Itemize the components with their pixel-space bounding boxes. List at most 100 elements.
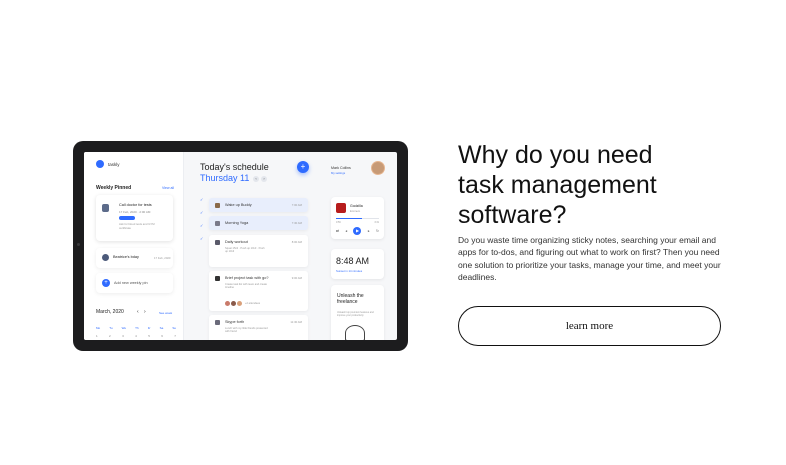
repeat-icon[interactable]: ↻ — [376, 229, 379, 233]
pinned-card-date: 17 Feb, 2020 · 2:00 AM — [119, 210, 151, 214]
schedule-title: Today's schedule — [200, 162, 269, 172]
user-name: Mark Collins — [331, 166, 351, 170]
see-week-link[interactable]: See week — [159, 311, 172, 315]
status-badge — [119, 216, 135, 220]
task-title: Morning Yoga — [225, 221, 249, 225]
progress-fill — [336, 218, 362, 219]
weekday: We — [121, 326, 127, 330]
task-title: Skype forth — [225, 320, 245, 324]
avatar — [102, 254, 109, 261]
task-time: 11:30 AM — [290, 320, 302, 324]
task-item[interactable]: Wake up Buddy 7:00 AM — [209, 198, 308, 212]
yoga-icon — [215, 221, 220, 226]
calendar-day[interactable]: 5 — [148, 334, 150, 338]
music-widget: Godzilla Eminem 0:56 3:31 ⇄ ◂ ▶ ▸ ↻ — [331, 197, 384, 239]
calendar-weekdays: Mo Tu We Th Fr Sa Su — [96, 326, 176, 330]
add-task-button[interactable]: + — [297, 161, 309, 173]
avatar — [237, 301, 242, 306]
schedule-date: Thursday 11 — [200, 173, 250, 183]
pinned-card-date: 17 Feb, 2020 — [154, 256, 171, 260]
check-icon: ✓ — [200, 197, 204, 202]
check-icon: ✓ — [200, 210, 204, 215]
app-logo: taskly — [96, 160, 120, 168]
task-time: 7:30 AM — [291, 221, 302, 225]
pinned-card-title: Beatrice's bday — [113, 255, 139, 259]
pinned-card-birthday[interactable]: Beatrice's bday 17 Feb, 2020 — [96, 248, 173, 268]
time-elapsed: 0:56 — [336, 221, 341, 224]
add-weekly-pin-button[interactable]: + Add new weekly pin — [96, 273, 173, 293]
album-cover — [336, 203, 346, 213]
dog-icon — [215, 203, 220, 208]
clipboard-icon — [102, 204, 109, 212]
weekday: Mo — [96, 326, 101, 330]
shuffle-icon[interactable]: ⇄ — [336, 229, 339, 233]
camera-dot — [77, 243, 80, 246]
learn-more-button[interactable]: learn more — [458, 306, 721, 346]
calendar-day[interactable]: 3 — [122, 334, 124, 338]
logo-text: taskly — [108, 161, 120, 167]
time-total: 3:31 — [374, 221, 379, 224]
weekday: Tu — [109, 326, 113, 330]
dumbbell-icon — [215, 240, 220, 245]
pinned-card-note: Ask for blood tests and GYM certificate — [119, 222, 155, 230]
task-time: 9:00 AM — [291, 276, 302, 280]
avatar — [231, 301, 236, 306]
calendar-day[interactable]: 1 — [96, 334, 98, 338]
schedule-panel: Today's schedule Thursday 11 ‹ › + ✓ ✓ ✓… — [185, 152, 325, 340]
attendee-count: +2 attendees — [245, 302, 261, 305]
task-item[interactable]: Daily workout 8:00 AM Squat 15x3 · Push … — [209, 235, 308, 267]
logo-icon — [96, 160, 104, 168]
view-all-link[interactable]: View all — [162, 186, 174, 190]
page-heading: Why do you need task management software… — [458, 140, 758, 230]
task-item[interactable]: Brief project task with go? 9:00 AM Crea… — [209, 271, 308, 311]
weekday: Sa — [159, 326, 164, 330]
add-pin-label: Add new weekly pin — [114, 281, 148, 285]
heading-line: Why do you need — [458, 141, 653, 169]
right-panel: Mark Collins My settings Godzilla Eminem… — [326, 152, 397, 340]
task-title: Wake up Buddy — [225, 203, 252, 207]
player-controls: ⇄ ◂ ▶ ▸ ↻ — [336, 227, 379, 235]
calendar-day[interactable]: 6 — [161, 334, 163, 338]
chevron-left-icon[interactable]: ‹ — [253, 176, 259, 182]
track-times: 0:56 3:31 — [336, 221, 379, 224]
task-title: Daily workout — [225, 240, 248, 244]
timeline-markers: ✓ ✓ ✓ ✓ — [200, 197, 203, 241]
people-icon — [215, 276, 220, 281]
attendees — [225, 301, 242, 306]
pinned-card-title: Call doctor for tests — [119, 203, 152, 207]
calendar-nav[interactable]: ‹ › — [137, 309, 148, 315]
task-details: Squat 15x3 · Push up 10x3 · Push up 10x3 — [225, 247, 265, 253]
promo-widget[interactable]: Unleash the freelance Unleash top premiu… — [331, 285, 384, 340]
task-details: Lunch with my little friends presented w… — [225, 327, 268, 333]
date-nav: ‹ › — [253, 176, 267, 182]
weather-note: Sunset in 14 minutes — [336, 269, 363, 273]
heading-line: task management — [458, 171, 657, 199]
calendar-dates: 1 2 3 4 5 6 7 — [96, 334, 176, 338]
song-artist: Eminem — [350, 209, 361, 213]
task-time: 8:00 AM — [291, 240, 302, 244]
weekday: Fr — [147, 326, 151, 330]
chevron-right-icon[interactable]: › — [261, 176, 267, 182]
calendar-day[interactable]: 7 — [174, 334, 176, 338]
play-icon[interactable]: ▶ — [353, 227, 362, 235]
calendar-month: March, 2020 — [96, 309, 124, 315]
freelancer-illustration-icon — [345, 325, 365, 340]
next-icon[interactable]: ▸ — [368, 229, 370, 233]
pinned-card[interactable]: Call doctor for tests 17 Feb, 2020 · 2:0… — [96, 195, 173, 241]
task-item[interactable]: Skype forth 11:30 AM Lunch with my littl… — [209, 315, 308, 340]
user-settings-link[interactable]: My settings — [331, 171, 345, 175]
song-title: Godzilla — [350, 204, 363, 208]
task-details: Create task list with team and create ti… — [225, 283, 267, 289]
weekday: Th — [135, 326, 139, 330]
calendar-day[interactable]: 2 — [109, 334, 111, 338]
calendar-day[interactable]: 4 — [135, 334, 137, 338]
heading-line: software? — [458, 201, 567, 229]
progress-bar[interactable] — [336, 218, 379, 219]
promo-title: Unleash the freelance — [337, 293, 364, 305]
left-panel: taskly Weekly Pinned View all Call docto… — [84, 152, 184, 340]
plus-icon: + — [102, 279, 110, 287]
check-icon: ✓ — [200, 236, 204, 241]
task-item[interactable]: Morning Yoga 7:30 AM — [209, 216, 308, 230]
previous-icon[interactable]: ◂ — [345, 229, 347, 233]
avatar[interactable] — [371, 161, 385, 175]
